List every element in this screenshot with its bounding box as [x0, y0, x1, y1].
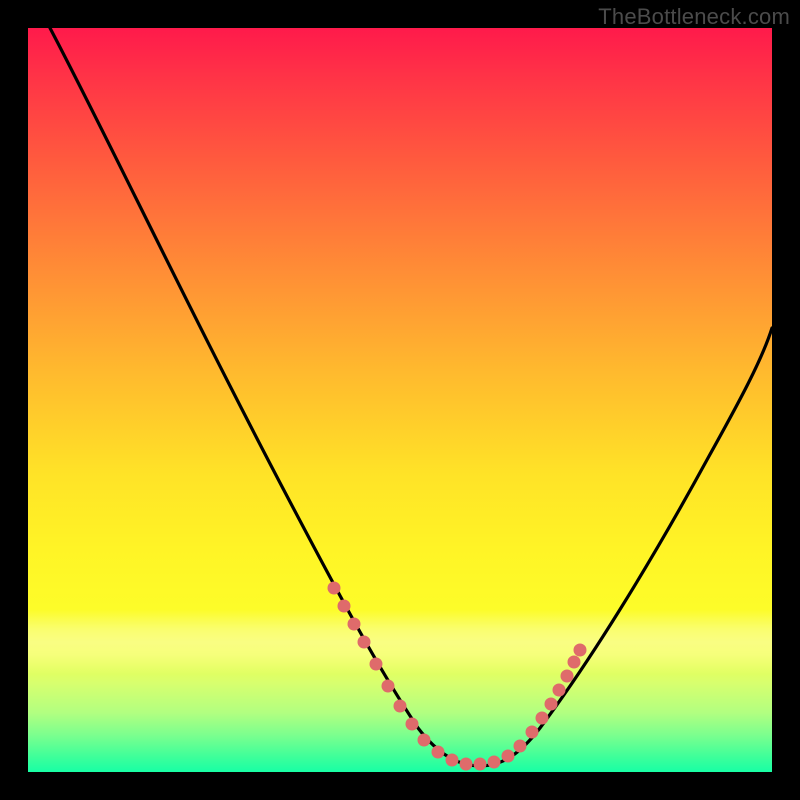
highlight-band — [28, 610, 772, 674]
chart-frame: TheBottleneck.com — [0, 0, 800, 800]
marker-dots-group — [328, 582, 586, 770]
bottleneck-curve-path — [50, 28, 772, 766]
curve-svg — [28, 28, 772, 772]
plot-area — [28, 28, 772, 772]
watermark-text: TheBottleneck.com — [598, 4, 790, 30]
